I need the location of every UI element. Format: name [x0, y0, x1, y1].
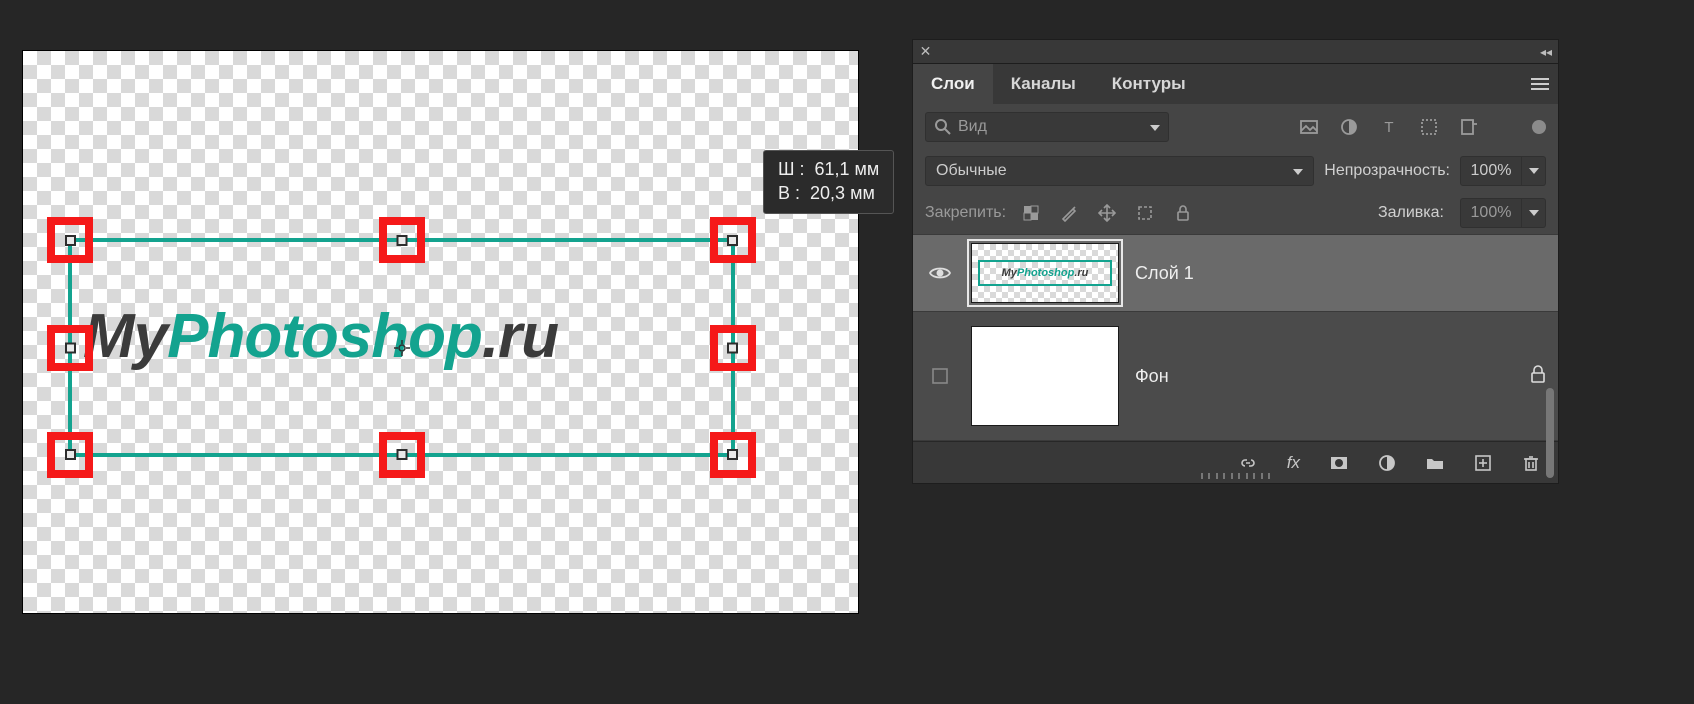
width-value: 61,1 мм	[815, 159, 880, 179]
collapse-icon[interactable]: ◂◂	[1540, 45, 1552, 59]
tab-layers[interactable]: Слои	[913, 64, 993, 104]
layer-row[interactable]: Фон	[913, 311, 1558, 441]
close-icon[interactable]: ✕	[913, 43, 938, 60]
transform-handle-mr[interactable]	[727, 342, 738, 353]
transform-handle-tm[interactable]	[396, 235, 407, 246]
checker-background: MyPhotoshop.ru	[23, 51, 858, 613]
layer-filter-kind[interactable]: Вид	[925, 112, 1169, 142]
highlight-square	[379, 432, 425, 478]
chevron-down-icon	[1150, 118, 1160, 136]
document-canvas[interactable]: MyPhotoshop.ru	[22, 50, 859, 614]
transform-handle-bl[interactable]	[65, 449, 76, 460]
search-icon	[934, 118, 952, 136]
transform-handle-bm[interactable]	[396, 449, 407, 460]
link-layers-icon[interactable]	[1239, 454, 1257, 472]
transform-handle-tl[interactable]	[65, 235, 76, 246]
logo-prefix: My	[83, 302, 167, 371]
opacity-field[interactable]: 100%	[1460, 156, 1522, 186]
width-label: Ш :	[778, 159, 805, 179]
opacity-dropdown-button[interactable]	[1522, 156, 1546, 186]
layer-thumbnail[interactable]: MyPhotoshop.ru	[971, 243, 1119, 303]
blend-opacity-row: Обычные Непрозрачность: 100%	[913, 150, 1558, 192]
layers-list: MyPhotoshop.ru Слой 1 Фон	[913, 234, 1558, 441]
layer-thumbnail[interactable]	[971, 326, 1119, 426]
lock-paint-icon[interactable]	[1060, 204, 1078, 222]
logo-main: Photoshop	[167, 302, 482, 371]
layer-name[interactable]: Слой 1	[1135, 263, 1194, 284]
highlight-square	[710, 325, 756, 371]
new-layer-icon[interactable]	[1474, 454, 1492, 472]
opacity-value: 100%	[1471, 162, 1512, 180]
opacity-label: Непрозрачность:	[1324, 162, 1450, 180]
visibility-toggle[interactable]	[925, 265, 955, 281]
filter-toggle[interactable]	[1532, 120, 1546, 134]
lock-transparency-icon[interactable]	[1022, 204, 1040, 222]
tab-paths[interactable]: Контуры	[1094, 64, 1204, 104]
blend-mode-select[interactable]: Обычные	[925, 156, 1314, 186]
layer-name[interactable]: Фон	[1135, 366, 1169, 387]
transform-handle-ml[interactable]	[65, 342, 76, 353]
adjustment-layer-icon[interactable]	[1378, 454, 1396, 472]
height-label: В :	[778, 183, 800, 203]
height-value: 20,3 мм	[810, 183, 875, 203]
highlight-square	[379, 217, 425, 263]
svg-text:T: T	[1384, 119, 1393, 136]
add-mask-icon[interactable]	[1330, 454, 1348, 472]
filter-kind-label: Вид	[958, 118, 987, 136]
fill-field[interactable]: 100%	[1460, 198, 1522, 228]
filter-adjustment-icon[interactable]	[1340, 118, 1358, 136]
layer-row[interactable]: MyPhotoshop.ru Слой 1	[913, 234, 1558, 311]
filter-shape-icon[interactable]	[1420, 118, 1438, 136]
transform-handle-br[interactable]	[727, 449, 738, 460]
logo-suffix: .ru	[482, 302, 558, 371]
canvas-logo-text: MyPhotoshop.ru	[83, 301, 558, 372]
new-group-icon[interactable]	[1426, 454, 1444, 472]
filter-type-icon[interactable]: T	[1380, 118, 1398, 136]
fill-value: 100%	[1471, 204, 1512, 222]
highlight-square	[710, 432, 756, 478]
filter-image-icon[interactable]	[1300, 118, 1318, 136]
filter-smart-icon[interactable]	[1460, 118, 1478, 136]
layer-filter-row: Вид T	[913, 104, 1558, 150]
lock-artboard-icon[interactable]	[1136, 204, 1154, 222]
delete-layer-icon[interactable]	[1522, 454, 1540, 472]
layer-fx-icon[interactable]: fx	[1287, 453, 1300, 473]
highlight-square	[710, 217, 756, 263]
visibility-toggle[interactable]	[925, 366, 955, 386]
tab-channels[interactable]: Каналы	[993, 64, 1094, 104]
layer-filter-buttons: T	[1300, 118, 1546, 136]
highlight-square	[47, 432, 93, 478]
lock-position-icon[interactable]	[1098, 204, 1116, 222]
highlight-square	[47, 217, 93, 263]
layers-scrollbar[interactable]	[1546, 388, 1554, 478]
fill-dropdown-button[interactable]	[1522, 198, 1546, 228]
fill-label: Заливка:	[1378, 204, 1444, 222]
panel-resize-grip[interactable]	[1201, 473, 1271, 479]
blend-mode-value: Обычные	[936, 162, 1007, 180]
transform-handle-tr[interactable]	[727, 235, 738, 246]
layer-lock-icon[interactable]	[1530, 365, 1546, 388]
lock-all-icon[interactable]	[1174, 204, 1192, 222]
panel-menu-icon[interactable]	[1522, 64, 1558, 104]
lock-label: Закрепить:	[925, 204, 1006, 222]
lock-fill-row: Закрепить: Заливка: 100%	[913, 192, 1558, 234]
chevron-down-icon	[1293, 162, 1303, 180]
transform-size-tooltip: Ш : 61,1 мм В : 20,3 мм	[763, 150, 894, 214]
panel-titlebar[interactable]: ✕ ◂◂	[912, 39, 1559, 64]
panel-tabs: Слои Каналы Контуры	[912, 64, 1559, 104]
layers-panel: ✕ ◂◂ Слои Каналы Контуры Вид T	[912, 39, 1559, 484]
